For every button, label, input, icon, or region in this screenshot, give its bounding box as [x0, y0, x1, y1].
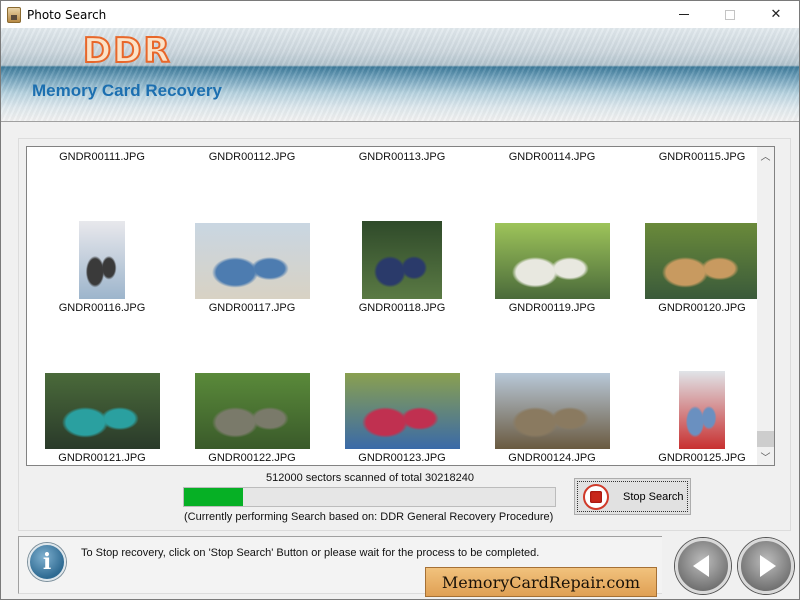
- info-message: To Stop recovery, click on 'Stop Search'…: [81, 547, 540, 559]
- scroll-down-button[interactable]: ﹀: [757, 448, 774, 465]
- scan-progress-bar: [183, 487, 556, 507]
- thumbnail-filename: GNDR00118.JPG: [358, 302, 446, 314]
- website-badge[interactable]: MemoryCardRepair.com: [425, 567, 657, 597]
- thumbnail-image: [44, 373, 160, 449]
- vertical-scrollbar[interactable]: ︿ ﹀: [757, 147, 774, 465]
- sectors-scanned-status: 512000 sectors scanned of total 30218240: [266, 472, 474, 484]
- scrollbar-thumb[interactable]: [757, 431, 774, 447]
- minimize-button[interactable]: [661, 1, 707, 28]
- progress-fill: [184, 488, 244, 506]
- maximize-icon: [725, 9, 735, 20]
- stop-search-button[interactable]: Stop Search: [574, 478, 691, 515]
- thumbnail-item[interactable]: GNDR00115.JPG: [627, 151, 774, 163]
- thumbnail-item[interactable]: GNDR00111.JPG: [27, 151, 177, 163]
- thumbnail-item[interactable]: GNDR00125.JPG: [627, 371, 774, 464]
- scroll-up-button[interactable]: ︿: [757, 147, 774, 164]
- thumbnail-filename: GNDR00119.JPG: [508, 302, 596, 314]
- thumbnail-item[interactable]: GNDR00121.JPG: [27, 371, 177, 464]
- next-button[interactable]: [738, 538, 794, 594]
- header-banner: DDR Memory Card Recovery: [1, 28, 799, 122]
- maximize-button[interactable]: [707, 1, 753, 28]
- window-title: Photo Search: [27, 7, 107, 22]
- thumbnail-grid: GNDR00111.JPG GNDR00112.JPG GNDR00113.JPG G…: [27, 147, 760, 465]
- close-button[interactable]: ✕: [753, 1, 799, 28]
- app-icon: [7, 6, 21, 23]
- thumbnail-item[interactable]: GNDR00124.JPG: [477, 371, 627, 464]
- photo-search-window: Photo Search ✕ DDR Memory Card Recovery …: [0, 0, 800, 600]
- thumbnail-filename: GNDR00117.JPG: [208, 302, 296, 314]
- title-bar: Photo Search ✕: [1, 1, 799, 28]
- thumbnail-filename: GNDR00113.JPG: [358, 151, 446, 163]
- thumbnail-filename: GNDR00120.JPG: [658, 302, 746, 314]
- close-icon: ✕: [770, 7, 782, 22]
- thumbnail-item[interactable]: GNDR00113.JPG: [327, 151, 477, 163]
- thumbnail-item[interactable]: GNDR00120.JPG: [627, 221, 774, 314]
- thumbnail-image: [344, 373, 460, 449]
- thumbnail-item[interactable]: GNDR00119.JPG: [477, 221, 627, 314]
- arrow-right-icon: [760, 555, 776, 577]
- thumbnail-filename: GNDR00121.JPG: [58, 452, 146, 464]
- stop-icon: [583, 483, 609, 510]
- arrow-left-icon: [693, 555, 709, 577]
- thumbnail-image: [494, 223, 610, 299]
- thumbnail-filename: GNDR00111.JPG: [59, 151, 145, 163]
- thumbnail-filename: GNDR00115.JPG: [658, 151, 746, 163]
- minimize-icon: [679, 14, 689, 15]
- thumbnail-list[interactable]: GNDR00111.JPG GNDR00112.JPG GNDR00113.JPG G…: [26, 146, 775, 466]
- thumbnail-image: [644, 223, 760, 299]
- thumbnail-item[interactable]: GNDR00117.JPG: [177, 221, 327, 314]
- thumbnail-image: [79, 221, 125, 299]
- thumbnail-filename: GNDR00124.JPG: [508, 452, 596, 464]
- thumbnail-image: [494, 373, 610, 449]
- chevron-down-icon: ﹀: [760, 453, 771, 464]
- thumbnail-item[interactable]: GNDR00112.JPG: [177, 151, 327, 163]
- thumbnail-image: [362, 221, 442, 299]
- thumbnail-image: [194, 223, 310, 299]
- chevron-up-icon: ︿: [760, 152, 771, 163]
- thumbnail-filename: GNDR00123.JPG: [358, 452, 446, 464]
- thumbnail-filename: GNDR00112.JPG: [208, 151, 296, 163]
- thumbnail-image: [194, 373, 310, 449]
- thumbnail-filename: GNDR00116.JPG: [58, 302, 146, 314]
- thumbnail-item[interactable]: GNDR00122.JPG: [177, 371, 327, 464]
- product-name: Memory Card Recovery: [32, 81, 222, 100]
- info-icon: i: [28, 543, 66, 581]
- thumbnail-item[interactable]: GNDR00123.JPG: [327, 371, 477, 464]
- back-button[interactable]: [675, 538, 731, 594]
- thumbnail-filename: GNDR00122.JPG: [208, 452, 296, 464]
- thumbnail-item[interactable]: GNDR00114.JPG: [477, 151, 627, 163]
- thumbnail-item[interactable]: GNDR00118.JPG: [327, 221, 477, 314]
- ddr-logo: DDR: [82, 30, 172, 72]
- thumbnail-filename: GNDR00125.JPG: [658, 452, 746, 464]
- thumbnail-item[interactable]: GNDR00116.JPG: [27, 221, 177, 314]
- thumbnail-image: [679, 371, 725, 449]
- thumbnail-filename: GNDR00114.JPG: [508, 151, 596, 163]
- stop-search-label: Stop Search: [623, 490, 684, 503]
- procedure-status: (Currently performing Search based on: D…: [184, 511, 554, 523]
